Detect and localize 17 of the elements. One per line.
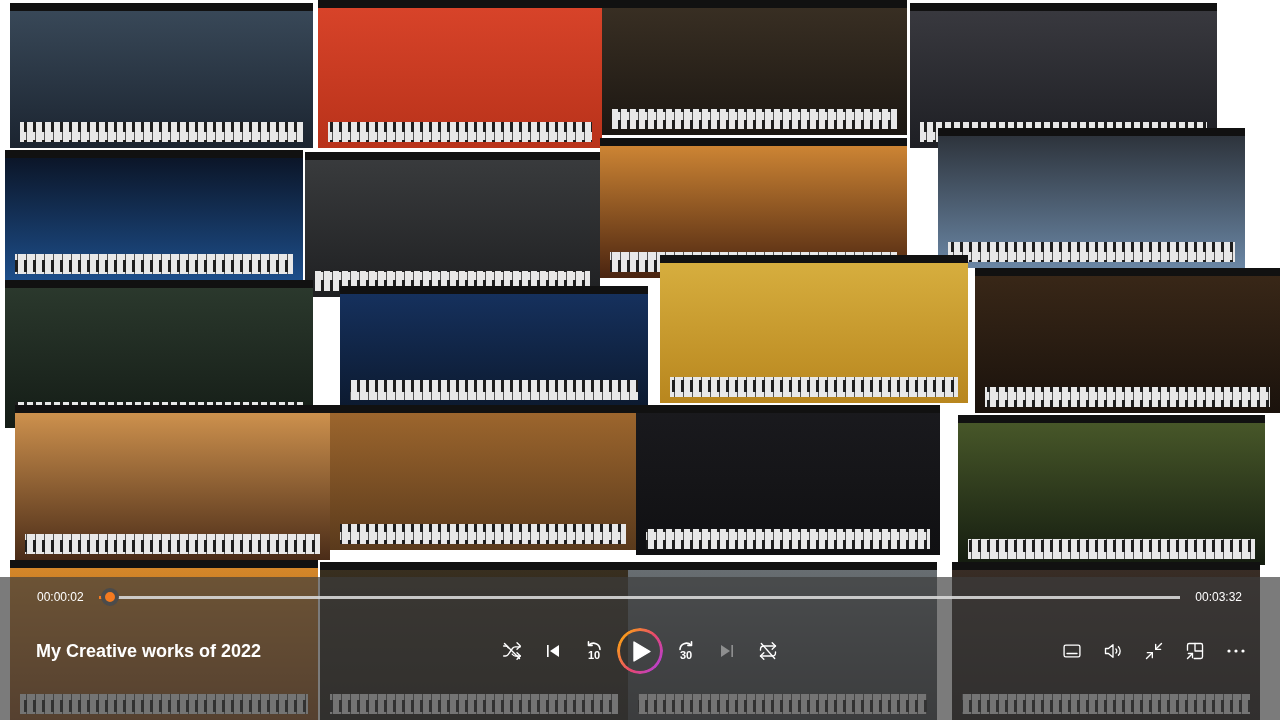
elapsed-time: 00:00:02: [37, 590, 84, 604]
video-title: My Creative works of 2022: [36, 640, 262, 662]
clockwise-arrow-icon: [678, 641, 694, 650]
mini-player-icon: [1185, 641, 1205, 661]
total-duration: 00:03:32: [1195, 590, 1242, 604]
counterclockwise-arrow-icon: [586, 641, 602, 650]
play-icon: [633, 640, 651, 662]
speaker-icon: [1103, 641, 1123, 661]
shuffle-off-icon: [502, 641, 522, 661]
forward-button[interactable]: 30: [668, 633, 704, 669]
rewind-button[interactable]: 10: [576, 633, 612, 669]
more-icon: [1227, 649, 1245, 653]
repeat-off-icon: [758, 641, 778, 661]
play-button[interactable]: [617, 628, 663, 674]
collapse-arrows-icon: [1144, 641, 1164, 661]
skip-back-icon: [544, 642, 562, 660]
skip-forward-icon: [718, 642, 736, 660]
